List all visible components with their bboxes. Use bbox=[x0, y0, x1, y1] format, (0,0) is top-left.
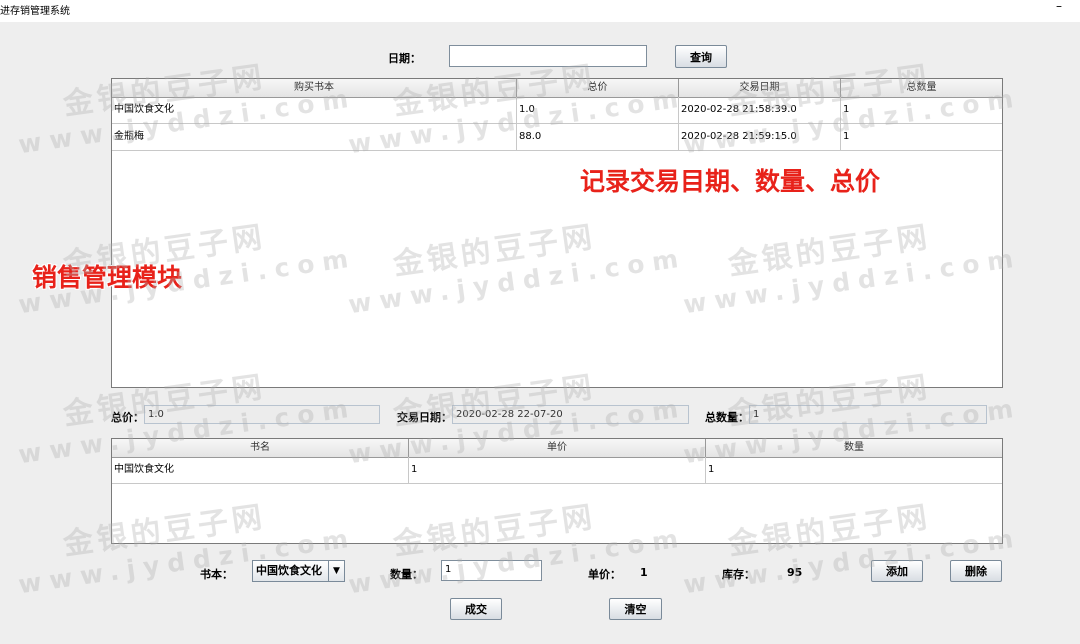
cart-table[interactable]: 书名 单价 数量 中国饮食文化 1 1 bbox=[111, 438, 1003, 544]
cell-book-name: 中国饮食文化 bbox=[112, 457, 409, 483]
quantity-input[interactable]: 1 bbox=[441, 560, 542, 581]
cell-trade-date: 2020-02-28 21:59:15.0 bbox=[679, 124, 841, 150]
clear-button[interactable]: 清空 bbox=[609, 598, 662, 620]
stock-label: 库存： bbox=[722, 568, 755, 581]
add-button[interactable]: 添加 bbox=[871, 560, 923, 582]
col-book-name[interactable]: 书名 bbox=[112, 439, 409, 457]
query-button[interactable]: 查询 bbox=[675, 45, 727, 68]
cart-table-header: 书名 单价 数量 bbox=[112, 439, 1002, 458]
col-quantity[interactable]: 数量 bbox=[706, 439, 1002, 457]
title-bar bbox=[0, 0, 1080, 22]
sales-table[interactable]: 购买书本 总价 交易日期 总数量 中国饮食文化 1.0 2020-02-28 2… bbox=[111, 78, 1003, 388]
chevron-down-icon[interactable]: ▼ bbox=[328, 561, 344, 581]
sales-table-header: 购买书本 总价 交易日期 总数量 bbox=[112, 79, 1002, 98]
window-title: 进存销管理系统 bbox=[0, 6, 70, 17]
table-row[interactable]: 金瓶梅 88.0 2020-02-28 21:59:15.0 1 bbox=[112, 124, 1002, 151]
col-trade-date[interactable]: 交易日期 bbox=[679, 79, 841, 97]
cell-total-qty: 1 bbox=[843, 131, 850, 142]
deal-button[interactable]: 成交 bbox=[450, 598, 502, 620]
book-label: 书本： bbox=[200, 568, 233, 581]
cell-quantity: 1 bbox=[708, 464, 715, 475]
stock-value: 95 bbox=[787, 566, 803, 579]
record-annotation: 记录交易目期、数量、总价 bbox=[580, 167, 881, 196]
unit-price-label: 单价： bbox=[588, 568, 621, 581]
col-total-price[interactable]: 总价 bbox=[517, 79, 679, 97]
trade-date-field: 2020-02-28 22-07-20 bbox=[452, 405, 689, 424]
total-qty-label: 总数量： bbox=[705, 411, 749, 424]
trade-date-label: 交易日期： bbox=[397, 411, 452, 424]
table-row[interactable]: 中国饮食文化 1 1 bbox=[112, 457, 1002, 484]
total-price-label: 总价： bbox=[111, 411, 144, 424]
cell-trade-date: 2020-02-28 21:58:39.0 bbox=[679, 97, 841, 123]
cell-book: 金瓶梅 bbox=[112, 124, 517, 150]
cell-unit-price: 1 bbox=[409, 457, 706, 483]
cell-total-price: 88.0 bbox=[517, 124, 679, 150]
module-annotation: 销售管理模块 bbox=[32, 263, 183, 292]
unit-price-value: 1 bbox=[640, 566, 648, 579]
minimize-button[interactable]: – bbox=[1048, 0, 1070, 16]
col-book[interactable]: 购买书本 bbox=[112, 79, 517, 97]
col-total-qty[interactable]: 总数量 bbox=[841, 79, 1002, 97]
date-label: 日期： bbox=[388, 52, 421, 65]
total-qty-field: 1 bbox=[749, 405, 987, 424]
col-unit-price[interactable]: 单价 bbox=[409, 439, 706, 457]
book-select[interactable]: 中国饮食文化 ▼ bbox=[252, 560, 345, 582]
book-select-value: 中国饮食文化 bbox=[256, 564, 322, 577]
date-input[interactable] bbox=[449, 45, 647, 67]
cell-total-qty: 1 bbox=[843, 104, 850, 115]
table-row[interactable]: 中国饮食文化 1.0 2020-02-28 21:58:39.0 1 bbox=[112, 97, 1002, 124]
cell-total-price: 1.0 bbox=[517, 97, 679, 123]
delete-button[interactable]: 删除 bbox=[950, 560, 1002, 582]
quantity-label: 数量： bbox=[390, 568, 423, 581]
total-price-field: 1.0 bbox=[144, 405, 380, 424]
cell-book: 中国饮食文化 bbox=[112, 97, 517, 123]
